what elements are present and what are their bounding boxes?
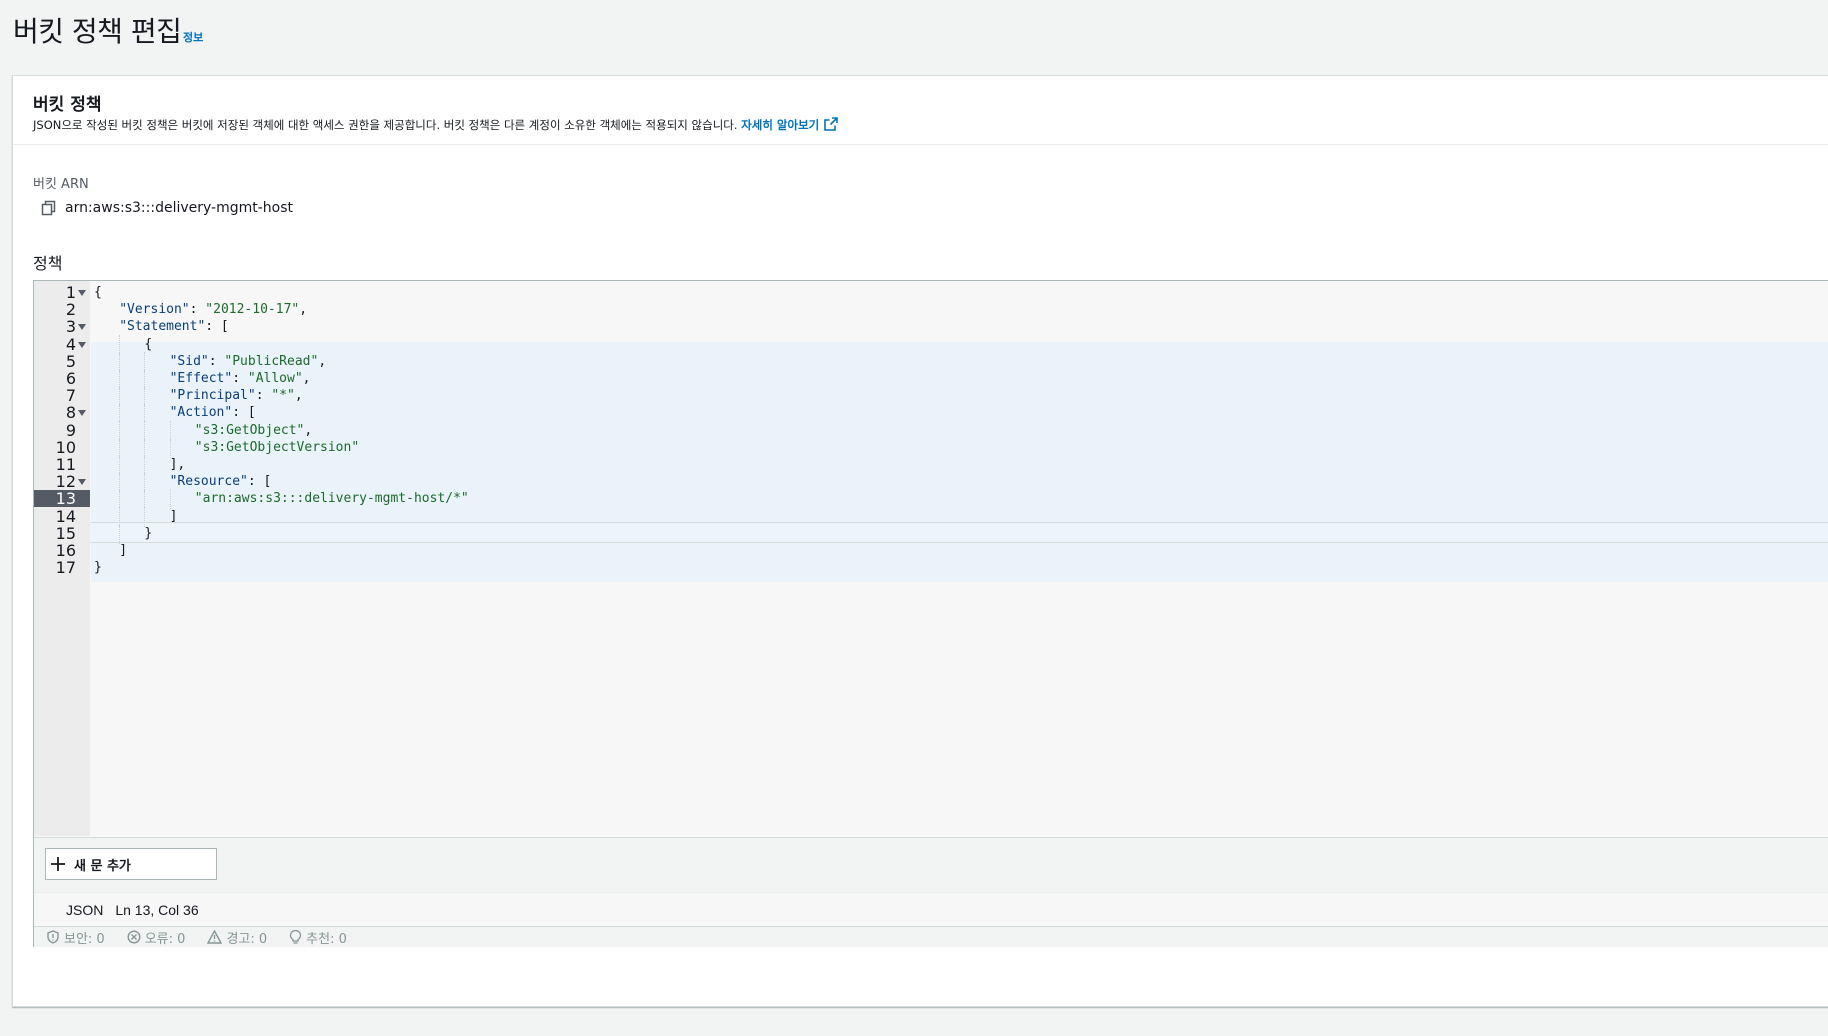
bucket-arn-value: arn:aws:s3:::delivery-mgmt-host — [65, 200, 294, 216]
cursor-position: Ln 13, Col 36 — [115, 902, 199, 918]
learn-more-label: 자세히 알아보기 — [741, 118, 820, 132]
fold-toggle-icon[interactable] — [78, 341, 86, 348]
editor-status-bar: JSON Ln 13, Col 36 — [34, 892, 1828, 927]
fold-toggle-icon[interactable] — [78, 410, 86, 417]
warning-count-label: 경고: 0 — [226, 931, 268, 947]
security-count[interactable]: 보안: 0 — [46, 928, 105, 947]
language-mode: JSON — [66, 902, 104, 918]
line-number: 17 — [55, 558, 76, 578]
page-title: 버킷 정책 편집 — [13, 15, 182, 48]
warning-count[interactable]: 경고: 0 — [207, 928, 267, 947]
panel-description: JSON으로 작성된 버킷 정책은 버킷에 저장된 객체에 대한 액세스 권한을… — [33, 117, 839, 133]
line-number: 13 — [34, 490, 90, 508]
suggestion-count[interactable]: 추천: 0 — [289, 928, 347, 947]
warning-icon — [207, 930, 223, 944]
security-count-label: 보안: 0 — [64, 931, 105, 947]
error-icon — [127, 930, 141, 944]
fold-toggle-icon[interactable] — [78, 479, 86, 486]
fold-toggle-icon[interactable] — [78, 324, 86, 331]
fold-toggle-icon[interactable] — [78, 290, 86, 296]
add-new-statement-button[interactable]: 새 문 추가 — [45, 848, 217, 880]
bucket-policy-panel: 버킷 정책 JSON으로 작성된 버킷 정책은 버킷에 저장된 객체에 대한 액… — [12, 75, 1828, 1007]
suggestion-count-label: 추천: 0 — [306, 931, 347, 947]
policy-label: 정책 — [33, 254, 63, 273]
code-line[interactable]: 17} — [34, 558, 1828, 578]
code-text: } — [94, 560, 102, 576]
lightbulb-icon — [290, 930, 302, 944]
error-count[interactable]: 오류: 0 — [127, 928, 186, 947]
description-text: JSON으로 작성된 버킷 정책은 버킷에 저장된 객체에 대한 액세스 권한을… — [33, 118, 738, 132]
learn-more-link[interactable]: 자세히 알아보기 — [741, 117, 839, 132]
bucket-arn-label: 버킷 ARN — [33, 177, 89, 192]
editor-toolbar: 새 문 추가 — [34, 837, 1828, 892]
diagnostics-bar: 보안: 0 오류: 0 경고: 0 추천: 0 — [34, 926, 1828, 947]
panel-title: 버킷 정책 — [33, 95, 102, 115]
external-link-icon — [824, 117, 839, 131]
add-statement-label: 새 문 추가 — [74, 858, 131, 874]
bucket-arn-row: arn:aws:s3:::delivery-mgmt-host — [41, 200, 293, 216]
shield-icon — [47, 930, 59, 944]
info-link[interactable]: 정보 — [183, 29, 203, 45]
copy-icon[interactable] — [41, 200, 57, 216]
policy-editor[interactable]: 1{2 "Version": "2012-10-17", 3 "Statement":… — [33, 280, 1828, 947]
error-count-label: 오류: 0 — [144, 931, 186, 947]
panel-header: 버킷 정책 JSON으로 작성된 버킷 정책은 버킷에 저장된 객체에 대한 액… — [13, 76, 1828, 145]
code-area[interactable]: 1{2 "Version": "2012-10-17", 3 "Statement":… — [34, 281, 1828, 836]
plus-icon — [51, 857, 65, 871]
